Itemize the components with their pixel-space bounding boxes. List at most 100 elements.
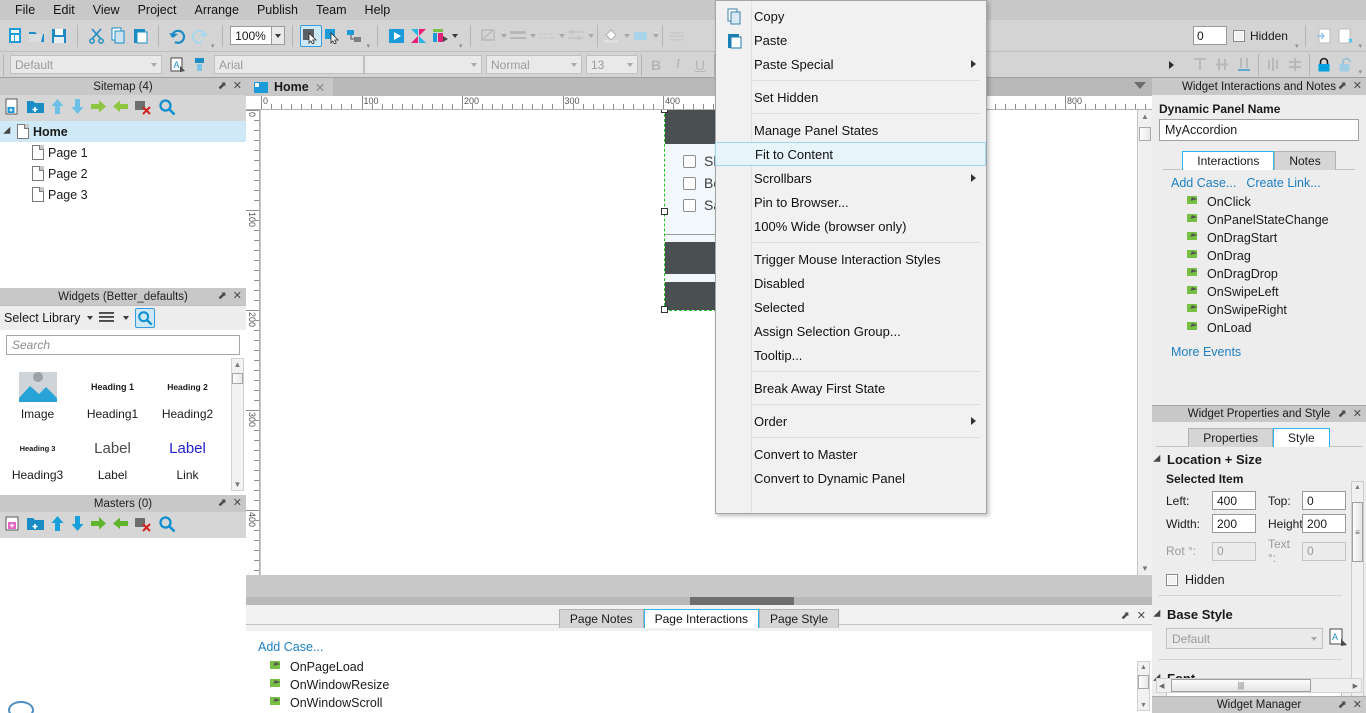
- chevron-down-icon[interactable]: [587, 33, 594, 38]
- widget-event-onswiperight[interactable]: OnSwipeRight: [1159, 301, 1359, 319]
- artboard[interactable]: Sho Boo Sam: [261, 110, 1137, 575]
- tab-interactions[interactable]: Interactions: [1182, 151, 1275, 170]
- edit-style-icon[interactable]: A: [1329, 628, 1348, 649]
- add-page-icon[interactable]: [4, 98, 21, 119]
- close-panel-icon[interactable]: ✕: [1137, 609, 1146, 622]
- scroll-right-arrow-icon[interactable]: ▶: [1353, 682, 1358, 690]
- library-options-icon[interactable]: [99, 311, 116, 326]
- indent-icon[interactable]: [90, 516, 107, 534]
- widgets-scrollbar[interactable]: ▲ ▼: [231, 358, 244, 491]
- widget-tile-label[interactable]: Label Label: [75, 425, 150, 486]
- resize-handle-top-left[interactable]: [661, 110, 668, 113]
- context-menu-item-tooltip[interactable]: Tooltip...: [752, 343, 986, 367]
- context-menu-item-trigger-mouse-interaction-styles[interactable]: Trigger Mouse Interaction Styles: [752, 247, 986, 271]
- tab-page-notes[interactable]: Page Notes: [558, 608, 644, 628]
- menu-item-arrange[interactable]: Arrange: [185, 1, 247, 19]
- add-master-icon[interactable]: [4, 515, 21, 535]
- hidden-numeric-input[interactable]: 0: [1192, 26, 1227, 45]
- menu-item-edit[interactable]: Edit: [44, 1, 84, 19]
- float-panel-icon[interactable]: ⬈: [218, 289, 227, 302]
- underline-button[interactable]: U: [689, 54, 711, 76]
- widget-event-onclick[interactable]: OnClick: [1159, 193, 1359, 211]
- break-away-master-icon[interactable]: [1335, 25, 1357, 47]
- scroll-up-arrow-icon[interactable]: ▲: [1138, 662, 1149, 672]
- checkbox-icon[interactable]: [683, 198, 696, 212]
- style-combo[interactable]: Default: [10, 55, 162, 74]
- float-panel-icon[interactable]: ⬈: [1338, 79, 1347, 92]
- canvas-tab-home[interactable]: Home ✕: [246, 78, 334, 96]
- publish-chevron-icon[interactable]: [452, 33, 459, 38]
- context-menu-item-fit-to-content[interactable]: Fit to Content: [715, 142, 986, 166]
- line-weight-icon[interactable]: [507, 25, 529, 47]
- overflow-chevron-icon[interactable]: ▾: [1295, 42, 1299, 50]
- text-lines-icon[interactable]: [666, 25, 688, 47]
- format-painter-icon[interactable]: [188, 54, 210, 76]
- tab-page-interactions[interactable]: Page Interactions: [643, 608, 760, 628]
- canvas-vertical-scrollbar[interactable]: ▲ ▼: [1137, 110, 1152, 575]
- undo-icon[interactable]: [166, 25, 188, 47]
- widget-tile-heading1[interactable]: Heading 1 Heading1: [75, 364, 150, 425]
- open-file-icon[interactable]: [26, 25, 48, 47]
- context-menu-item-assign-selection-group[interactable]: Assign Selection Group...: [752, 319, 986, 343]
- rotation-input[interactable]: 0: [1212, 541, 1256, 561]
- align-top-icon[interactable]: [1189, 54, 1211, 76]
- close-panel-icon[interactable]: ✕: [233, 289, 242, 302]
- cut-icon[interactable]: [85, 25, 107, 47]
- text-rotation-input[interactable]: 0: [1302, 541, 1346, 561]
- line-dash-icon[interactable]: [536, 25, 558, 47]
- scroll-left-arrow-icon[interactable]: ◀: [1159, 682, 1164, 690]
- scroll-up-arrow-icon[interactable]: ▲: [1138, 110, 1152, 123]
- preview-icon[interactable]: [385, 25, 407, 47]
- context-menu-item-paste[interactable]: Paste: [727, 28, 986, 52]
- sitemap-item-page-2[interactable]: Page 2: [0, 163, 246, 184]
- widget-event-ondragdrop[interactable]: OnDragDrop: [1159, 265, 1359, 283]
- add-folder-icon[interactable]: [26, 98, 45, 118]
- sitemap-item-page-1[interactable]: Page 1: [0, 142, 246, 163]
- fill-color-icon[interactable]: [601, 25, 623, 47]
- context-menu-item-order[interactable]: Order: [752, 409, 986, 433]
- save-file-icon[interactable]: [48, 25, 70, 47]
- hidden-checkbox-row[interactable]: Hidden: [1152, 567, 1348, 589]
- height-input[interactable]: 200: [1302, 514, 1346, 533]
- redo-icon[interactable]: [188, 25, 210, 47]
- page-add-case-link[interactable]: Add Case...: [246, 640, 1152, 658]
- copy-icon[interactable]: [107, 25, 129, 47]
- paste-icon[interactable]: [129, 25, 151, 47]
- close-tab-icon[interactable]: ✕: [315, 80, 325, 95]
- distribute-vertical-icon[interactable]: [1284, 54, 1306, 76]
- font-style-combo[interactable]: Normal: [486, 55, 582, 74]
- page-interactions-scrollbar[interactable]: ▲ ▼: [1137, 661, 1150, 711]
- scroll-thumb[interactable]: [232, 373, 243, 384]
- tab-properties[interactable]: Properties: [1188, 428, 1273, 447]
- close-panel-icon[interactable]: ✕: [233, 496, 242, 509]
- dynamic-panel-name-input[interactable]: MyAccordion: [1159, 119, 1359, 141]
- context-menu-item-scrollbars[interactable]: Scrollbars: [752, 166, 986, 190]
- create-link-link[interactable]: Create Link...: [1246, 176, 1320, 190]
- scroll-thumb[interactable]: [1138, 675, 1149, 689]
- widgets-search-icon[interactable]: [135, 308, 156, 328]
- scroll-up-arrow-icon[interactable]: ▲: [232, 359, 243, 370]
- style-edit-icon[interactable]: A: [166, 54, 188, 76]
- close-panel-icon[interactable]: ✕: [1353, 407, 1362, 420]
- search-icon[interactable]: [158, 98, 176, 119]
- left-input[interactable]: 400: [1212, 491, 1256, 510]
- add-case-link[interactable]: Add Case...: [1171, 176, 1236, 190]
- base-style-combo[interactable]: Default: [1166, 628, 1323, 649]
- float-panel-icon[interactable]: ⬈: [218, 79, 227, 92]
- scroll-up-arrow-icon[interactable]: ▲: [1352, 482, 1363, 493]
- font-family-combo[interactable]: Arial: [214, 55, 364, 74]
- move-down-icon[interactable]: [70, 515, 85, 535]
- checkbox-icon[interactable]: [683, 154, 696, 168]
- context-menu-item-copy[interactable]: Copy: [727, 4, 986, 28]
- move-up-icon[interactable]: [50, 98, 65, 118]
- context-menu-item-pin-to-browser[interactable]: Pin to Browser...: [752, 190, 986, 214]
- move-up-icon[interactable]: [50, 515, 65, 535]
- connector-tool-icon[interactable]: [322, 25, 344, 47]
- pen-tool-icon[interactable]: [344, 25, 366, 47]
- checkbox-square-icon[interactable]: [1166, 574, 1178, 586]
- sitemap-item-home[interactable]: Home: [0, 121, 246, 142]
- context-menu-item-set-hidden[interactable]: Set Hidden: [752, 85, 986, 109]
- chevron-down-icon[interactable]: [500, 33, 507, 38]
- tab-overflow-chevron-icon[interactable]: [1134, 82, 1146, 89]
- close-panel-icon[interactable]: ✕: [1353, 79, 1362, 92]
